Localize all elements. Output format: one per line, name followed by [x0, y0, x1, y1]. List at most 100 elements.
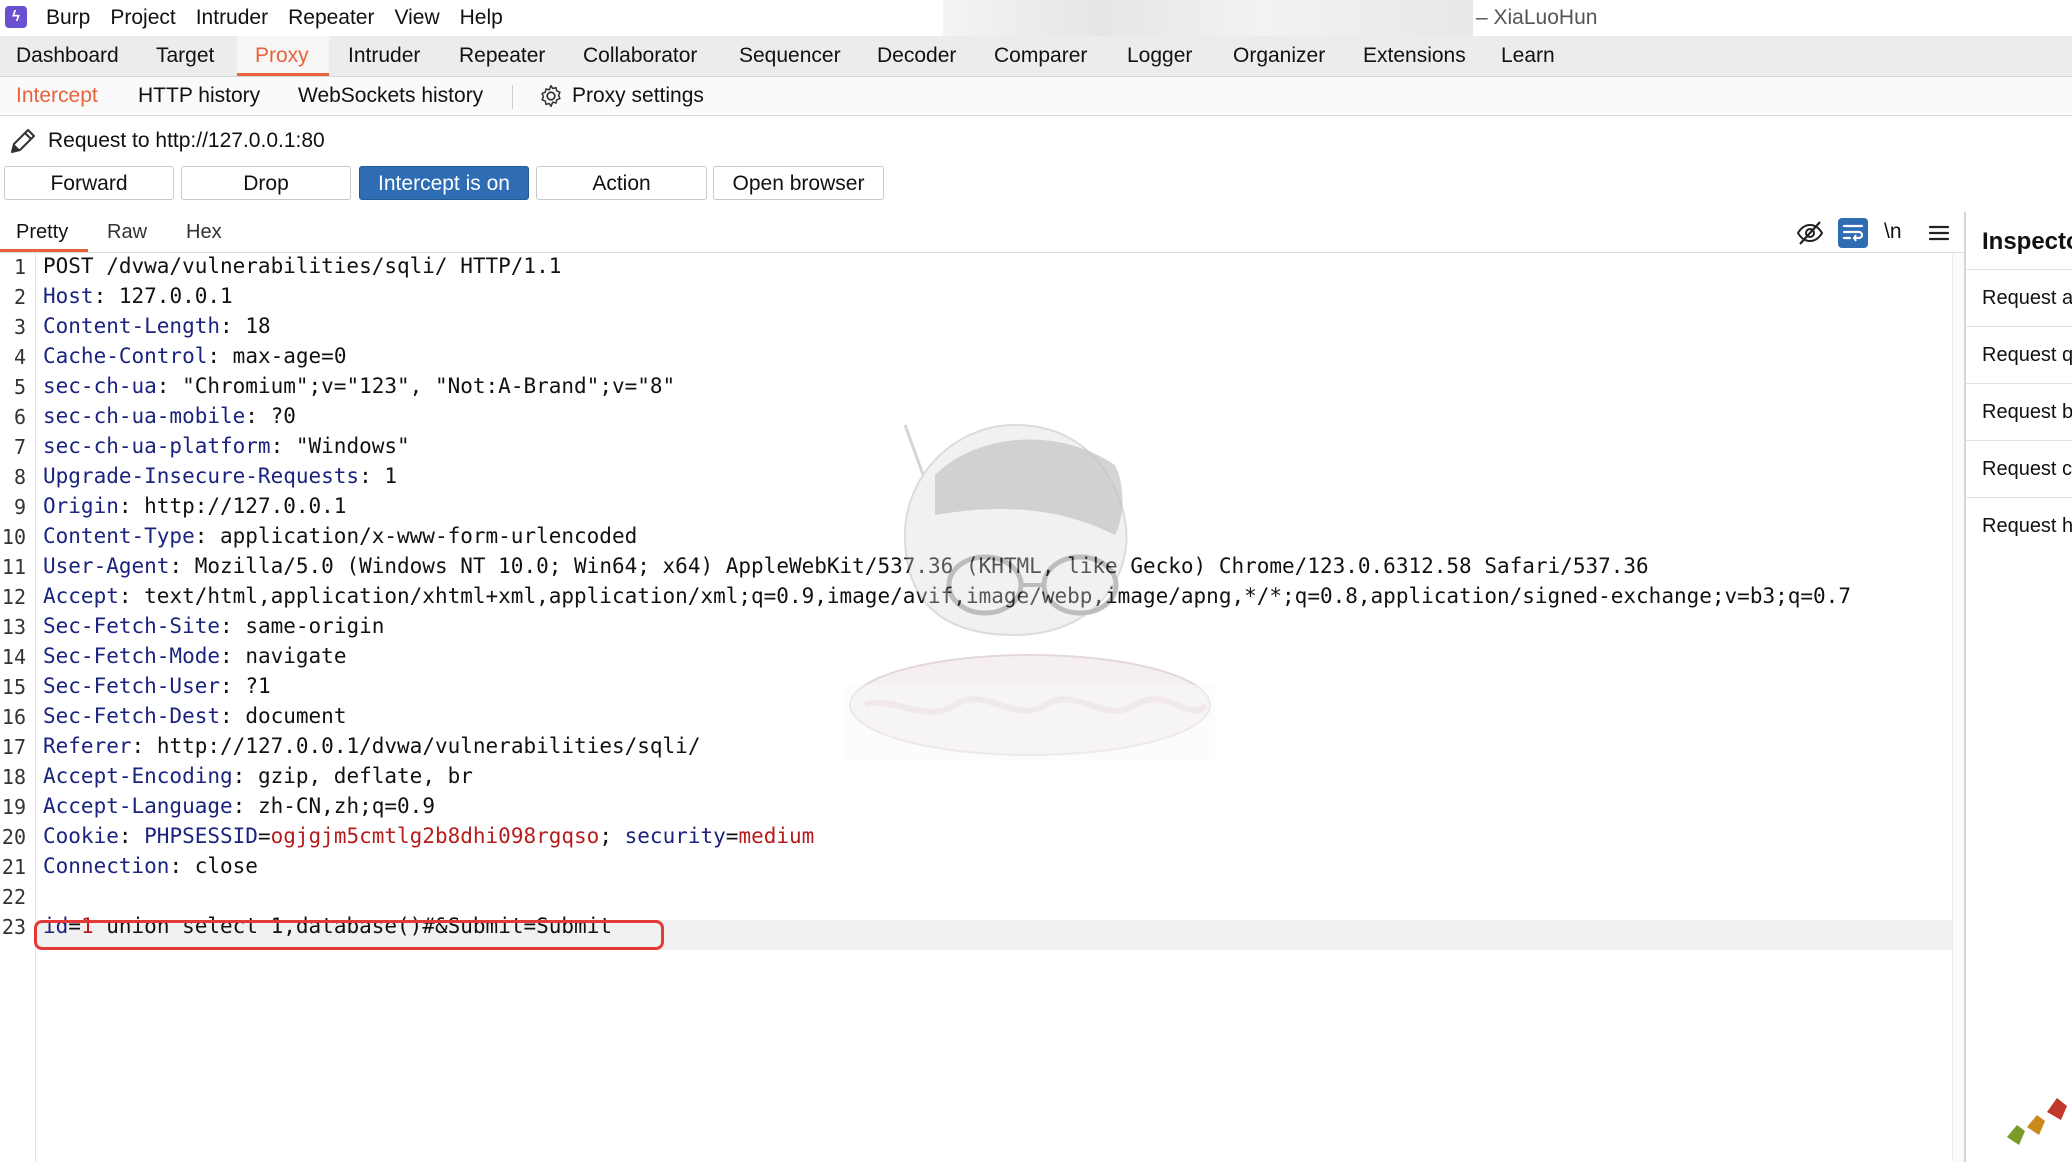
request-line: Host: 127.0.0.1 — [43, 284, 233, 308]
tab-target[interactable]: Target — [156, 36, 214, 76]
header-name: Host — [43, 284, 94, 308]
tab-sequencer[interactable]: Sequencer — [739, 36, 841, 76]
header-name: Sec-Fetch-Dest — [43, 704, 221, 728]
line-number: 5 — [13, 375, 26, 399]
line-number: 11 — [1, 555, 26, 579]
menu-view[interactable]: View — [394, 5, 439, 31]
tab-raw[interactable]: Raw — [107, 212, 147, 252]
intercept-toggle-button[interactable]: Intercept is on — [359, 166, 529, 200]
header-name: Sec-Fetch-Mode — [43, 644, 221, 668]
annotation-red-box — [34, 920, 664, 950]
line-number: 17 — [1, 735, 26, 759]
menu-burp[interactable]: Burp — [46, 5, 90, 31]
inspector-request-body-parameters[interactable]: Request body parameters — [1966, 383, 2072, 439]
tab-http-history[interactable]: HTTP history — [138, 77, 260, 115]
request-line: Sec-Fetch-Mode: navigate — [43, 644, 347, 668]
header-value: "Windows" — [295, 434, 410, 458]
inspector-panel: Inspector Request attributes Request que… — [1964, 212, 2072, 1162]
tab-learn[interactable]: Learn — [1501, 36, 1555, 76]
request-line: POST /dvwa/vulnerabilities/sqli/ HTTP/1.… — [43, 254, 561, 278]
request-line: Sec-Fetch-Site: same-origin — [43, 614, 385, 638]
request-line: Accept-Language: zh-CN,zh;q=0.9 — [43, 794, 435, 818]
line-number: 4 — [13, 345, 26, 369]
forward-button[interactable]: Forward — [4, 166, 174, 200]
tab-decoder[interactable]: Decoder — [877, 36, 956, 76]
tab-organizer[interactable]: Organizer — [1233, 36, 1325, 76]
menu-repeater[interactable]: Repeater — [288, 5, 374, 31]
line-number: 1 — [13, 255, 26, 279]
editor-tab-bar: Pretty Raw Hex \n — [0, 212, 1964, 253]
request-line: sec-ch-ua: "Chromium";v="123", "Not:A-Br… — [43, 374, 676, 398]
request-line: Accept-Encoding: gzip, deflate, br — [43, 764, 473, 788]
hide-eye-icon[interactable] — [1795, 218, 1825, 248]
tab-comparer[interactable]: Comparer — [994, 36, 1087, 76]
inspector-request-attributes[interactable]: Request attributes — [1966, 269, 2072, 325]
request-line: Content-Type: application/x-www-form-url… — [43, 524, 638, 548]
line-number: 8 — [13, 465, 26, 489]
line-number: 7 — [13, 435, 26, 459]
menu-help[interactable]: Help — [460, 5, 503, 31]
header-value: application/x-www-form-urlencoded — [220, 524, 638, 548]
request-line: Cookie: PHPSESSID=ogjgjm5cmtlg2b8dhi098r… — [43, 824, 815, 848]
request-line-text: POST /dvwa/vulnerabilities/sqli/ HTTP/1.… — [43, 254, 562, 278]
tab-hex[interactable]: Hex — [186, 212, 222, 252]
pencil-icon — [11, 129, 35, 153]
header-value: same-origin — [245, 614, 385, 638]
header-name: Sec-Fetch-Site — [43, 614, 221, 638]
request-line: sec-ch-ua-mobile: ?0 — [43, 404, 296, 428]
request-target-label: Request to http://127.0.0.1:80 — [48, 129, 325, 152]
line-number: 9 — [13, 495, 26, 519]
line-number: 10 — [1, 525, 26, 549]
tab-intruder[interactable]: Intruder — [348, 36, 420, 76]
header-name: Accept — [43, 584, 119, 608]
tab-logger[interactable]: Logger — [1127, 36, 1192, 76]
line-number: 2 — [13, 285, 26, 309]
gear-icon[interactable] — [538, 83, 564, 109]
blurred-title-region — [943, 0, 1473, 36]
tab-dashboard[interactable]: Dashboard — [16, 36, 119, 76]
request-line: Connection: close — [43, 854, 258, 878]
request-line: Origin: http://127.0.0.1 — [43, 494, 347, 518]
tab-intercept[interactable]: Intercept — [16, 77, 98, 115]
line-number: 6 — [13, 405, 26, 429]
decorative-sticker-icon — [2007, 1098, 2067, 1145]
line-number: 22 — [1, 885, 26, 909]
inspector-request-query-parameters[interactable]: Request query parameters — [1966, 326, 2072, 382]
menu-project[interactable]: Project — [110, 5, 175, 31]
header-name: Sec-Fetch-User — [43, 674, 221, 698]
request-line: Sec-Fetch-Dest: document — [43, 704, 347, 728]
inspector-request-cookies[interactable]: Request cookies — [1966, 440, 2072, 496]
drop-button[interactable]: Drop — [181, 166, 351, 200]
header-value: zh-CN,zh;q=0.9 — [257, 794, 435, 818]
tab-collaborator[interactable]: Collaborator — [583, 36, 697, 76]
newline-toggle[interactable]: \n — [1884, 212, 1902, 252]
header-value: ?0 — [270, 404, 296, 428]
line-number: 12 — [1, 585, 26, 609]
line-number: 14 — [1, 645, 26, 669]
menu-intruder[interactable]: Intruder — [196, 5, 268, 31]
inspector-request-headers[interactable]: Request headers — [1966, 497, 2072, 553]
header-value: close — [194, 854, 258, 878]
header-value: http://127.0.0.1 — [144, 494, 347, 518]
hamburger-menu-icon[interactable] — [1924, 218, 1954, 248]
tab-repeater[interactable]: Repeater — [459, 36, 545, 76]
tab-pretty[interactable]: Pretty — [0, 212, 88, 252]
line-number: 18 — [1, 765, 26, 789]
header-name: Referer — [43, 734, 132, 758]
tab-proxy[interactable]: Proxy — [237, 36, 329, 76]
line-number: 19 — [1, 795, 26, 819]
tab-extensions[interactable]: Extensions — [1363, 36, 1466, 76]
header-name: Upgrade-Insecure-Requests — [43, 464, 360, 488]
request-line: Upgrade-Insecure-Requests: 1 — [43, 464, 398, 488]
proxy-sub-tab-bar: Intercept HTTP history WebSockets histor… — [0, 77, 2072, 116]
open-browser-button[interactable]: Open browser — [713, 166, 884, 200]
tab-websockets-history[interactable]: WebSockets history — [298, 77, 483, 115]
request-editor[interactable]: 1 POST /dvwa/vulnerabilities/sqli/ HTTP/1… — [0, 253, 1952, 1162]
header-name: Cookie — [43, 824, 119, 848]
header-name: Connection — [43, 854, 170, 878]
gutter-divider — [35, 253, 36, 1162]
watermark-illustration — [845, 423, 1215, 760]
action-button[interactable]: Action — [536, 166, 707, 200]
word-wrap-icon[interactable] — [1838, 218, 1868, 248]
proxy-settings-link[interactable]: Proxy settings — [572, 77, 704, 115]
